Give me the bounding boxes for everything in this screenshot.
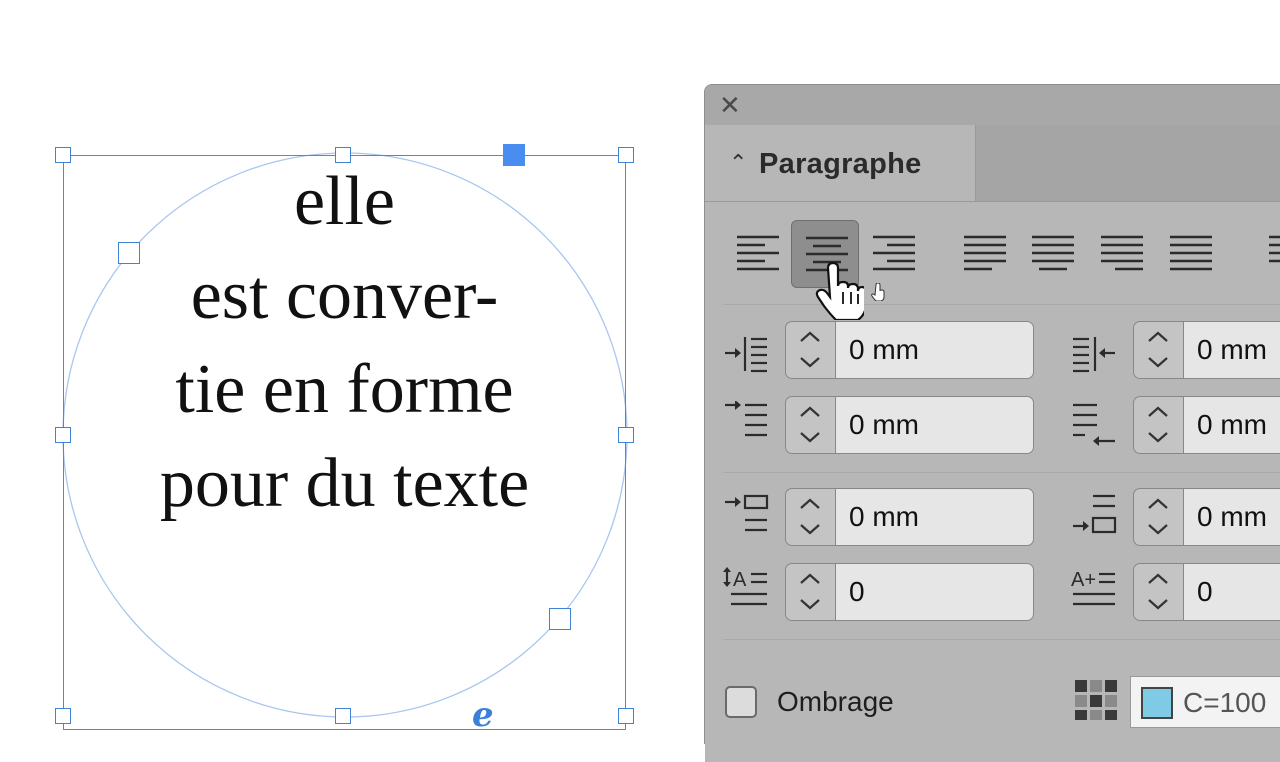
swatch-grid-icon[interactable] [1075,680,1119,720]
first-line-indent-icon [725,401,767,437]
paragraph-panel: ✕ ⌃ Paragraphe 0 mm 0 mm 0 mm 0 mm 0 mm … [704,84,1280,762]
path-anchor-bottom-right[interactable] [549,608,571,630]
justify-all-icon [1170,235,1212,271]
tab-paragraphe[interactable]: ⌃ Paragraphe [705,125,976,201]
space-before-field[interactable]: 0 mm [835,488,1034,546]
chevron-up-icon[interactable] [1134,490,1182,518]
shading-checkbox[interactable] [725,686,757,718]
frame-handle-bottom-center[interactable] [335,708,351,724]
panel-title-bar[interactable]: ✕ [705,85,1280,125]
last-line-indent-stepper[interactable] [1133,396,1183,454]
frame-handle-top-right[interactable] [618,147,634,163]
align-right-button[interactable] [859,220,927,288]
last-line-indent-icon [1073,403,1115,446]
justify-center-icon [1032,235,1074,271]
chevron-down-icon[interactable] [1134,517,1182,545]
align-center-icon [806,236,848,272]
document-canvas[interactable]: elle est conver- tie en forme pour du te… [0,0,700,732]
section-divider [723,639,1280,640]
justify-right-icon [1101,235,1143,271]
right-indent-icon [1073,337,1115,373]
chevron-down-icon[interactable] [786,517,834,545]
justify-left-button[interactable] [950,220,1018,288]
close-button[interactable]: ✕ [719,93,741,119]
drop-cap-chars-field[interactable]: 0 [1183,563,1280,621]
frame-handle-bottom-right[interactable] [618,708,634,724]
frame-handle-middle-right[interactable] [618,427,634,443]
justify-right-button[interactable] [1087,220,1155,288]
left-indent-icon [725,337,767,373]
tab-label: Paragraphe [759,148,922,180]
chevron-up-icon[interactable] [786,565,834,593]
space-before-icon [725,494,769,532]
align-center-button[interactable] [791,220,859,288]
updown-chevron-icon[interactable]: ⌃ [729,149,747,179]
drop-cap-lines-stepper[interactable] [785,563,835,621]
space-after-stepper[interactable] [1133,488,1183,546]
chevron-down-icon[interactable] [786,425,834,453]
text-line: pour du texte [159,445,530,522]
frame-handle-top-left[interactable] [55,147,71,163]
chevron-up-icon[interactable] [1134,323,1182,351]
left-indent-stepper[interactable] [785,321,835,379]
frame-handle-bottom-left[interactable] [55,708,71,724]
left-indent-field[interactable]: 0 mm [835,321,1034,379]
justify-center-button[interactable] [1018,220,1086,288]
shading-color-field[interactable]: C=100 [1130,676,1280,728]
frame-handle-top-center[interactable] [335,147,351,163]
space-after-field[interactable]: 0 mm [1183,488,1280,546]
last-line-indent-field[interactable]: 0 mm [1183,396,1280,454]
first-line-indent-field[interactable]: 0 mm [835,396,1034,454]
chevron-down-icon[interactable] [786,592,834,620]
frame-handle-middle-left[interactable] [55,427,71,443]
in-port-handle[interactable] [503,144,525,166]
section-divider [723,472,1280,473]
panel-tab-strip: ⌃ Paragraphe [705,125,1280,202]
align-right-icon [873,235,915,271]
right-indent-field[interactable]: 0 mm [1183,321,1280,379]
justify-all-button[interactable] [1156,220,1224,288]
panel-body: 0 mm 0 mm 0 mm 0 mm 0 mm 0 mm A 0 A+ 0 O… [705,202,1280,762]
text-line: elle [293,163,396,240]
drop-cap-chars-stepper[interactable] [1133,563,1183,621]
text-line: est conver- [190,257,499,334]
align-towards-spine-button[interactable] [1245,220,1280,288]
svg-text:A: A [733,569,747,591]
color-chip [1141,687,1173,719]
chevron-up-icon[interactable] [1134,398,1182,426]
chevron-down-icon[interactable] [1134,592,1182,620]
chevron-up-icon[interactable] [786,490,834,518]
overset-glyph: e [472,695,494,735]
chevron-down-icon[interactable] [786,350,834,378]
chevron-up-icon[interactable] [786,323,834,351]
drop-cap-lines-icon: A [723,567,767,606]
justify-left-icon [964,235,1006,271]
chevron-down-icon[interactable] [1134,425,1182,453]
align-left-button[interactable] [723,220,791,288]
align-left-icon [737,235,779,271]
drop-cap-lines-field[interactable]: 0 [835,563,1034,621]
shading-color-text: C=100 [1183,687,1267,718]
section-divider [723,304,1280,305]
right-indent-stepper[interactable] [1133,321,1183,379]
text-line: tie en forme [175,351,514,428]
chevron-down-icon[interactable] [1134,350,1182,378]
align-towards-spine-icon [1269,235,1280,263]
drop-cap-chars-icon: A+ [1071,569,1115,606]
space-after-icon [1073,494,1117,534]
chevron-up-icon[interactable] [1134,565,1182,593]
shading-label: Ombrage [777,686,894,717]
chevron-up-icon[interactable] [786,398,834,426]
svg-text:A+: A+ [1071,569,1096,591]
text-frame[interactable] [63,155,626,730]
space-before-stepper[interactable] [785,488,835,546]
first-line-indent-stepper[interactable] [785,396,835,454]
